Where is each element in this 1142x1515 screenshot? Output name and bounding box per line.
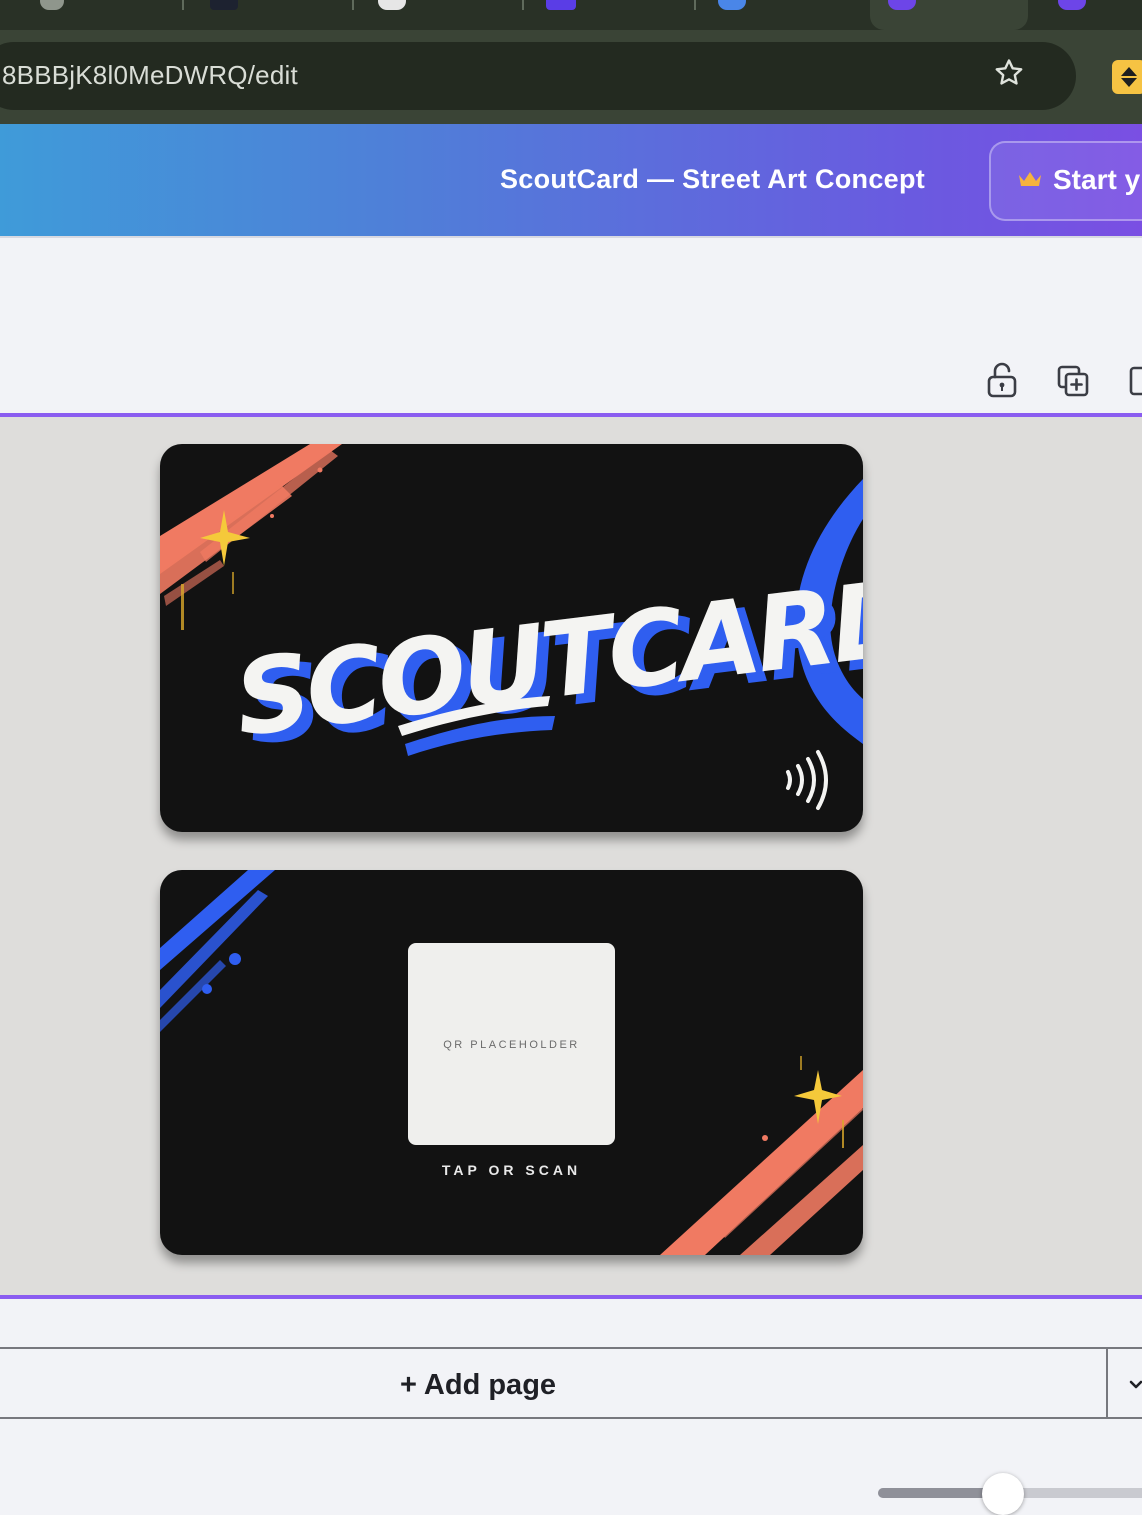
tab-divider — [352, 0, 354, 10]
start-trial-label: Start y — [1053, 164, 1141, 195]
add-page-label: + Add page — [400, 1369, 557, 1401]
duplicate-page-icon[interactable] — [1055, 360, 1091, 400]
zoom-slider-thumb[interactable] — [982, 1473, 1024, 1515]
tab-divider — [182, 0, 184, 10]
document-title[interactable]: ScoutCard — Street Art Concept — [500, 164, 925, 195]
star-icon[interactable] — [992, 56, 1026, 90]
omnibox[interactable]: 8BBBjK8l0MeDWRQ/edit — [0, 42, 1076, 110]
lock-icon[interactable] — [984, 360, 1020, 400]
card-front-artwork: SCOUTCARD SCOUTCARD — [160, 444, 863, 810]
tab-divider — [694, 0, 696, 10]
add-page-icon[interactable] — [1128, 360, 1142, 400]
header-divider — [0, 236, 1142, 238]
browser-tab-strip — [0, 0, 1142, 30]
editor-header: ScoutCard — Street Art Concept Start y — [0, 124, 1142, 236]
add-page-options-button[interactable] — [1106, 1347, 1142, 1419]
qr-placeholder-label: QR PLACEHOLDER — [443, 1039, 580, 1051]
extension-icon[interactable] — [1112, 60, 1142, 94]
crown-icon — [1019, 172, 1041, 186]
address-bar-row: 8BBBjK8l0MeDWRQ/edit — [0, 30, 1142, 124]
nfc-icon — [786, 750, 828, 810]
qr-placeholder: QR PLACEHOLDER — [408, 943, 615, 1145]
add-page-button[interactable]: + Add page — [0, 1347, 1108, 1419]
browser-tab-active[interactable] — [870, 0, 1028, 30]
start-trial-button[interactable]: Start y — [989, 141, 1142, 221]
tab-divider — [522, 0, 524, 10]
url-text[interactable]: 8BBBjK8l0MeDWRQ/edit — [2, 60, 298, 91]
card-back[interactable]: QR PLACEHOLDER TAP OR SCAN — [160, 870, 863, 1255]
tagline: TAP OR SCAN — [441, 1162, 582, 1178]
card-front[interactable]: SCOUTCARD SCOUTCARD — [160, 444, 863, 832]
chevron-down-icon — [1129, 1380, 1142, 1389]
